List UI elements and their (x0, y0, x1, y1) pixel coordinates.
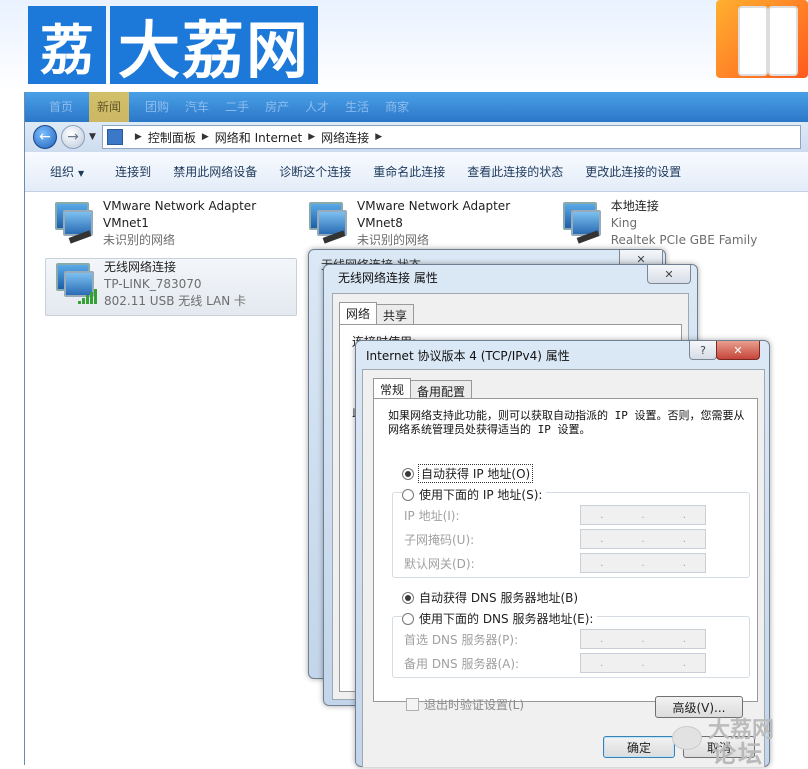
nav-tab[interactable]: 汽车 (185, 92, 209, 122)
change-settings-button[interactable]: 更改此连接的设置 (574, 163, 692, 180)
control-panel-icon (106, 129, 123, 145)
auto-ip-label: 自动获得 IP 地址(O) (417, 464, 534, 483)
radio-selected-icon (402, 591, 414, 604)
site-banner: 荔 大荔网 (0, 0, 808, 92)
nav-tab[interactable]: 房产 (265, 92, 289, 122)
adapter-local-connection[interactable]: 本地连接 King Realtek PCIe GBE Family Contr.… (553, 198, 803, 264)
radio-empty-icon (402, 612, 414, 625)
breadcrumb-network-internet[interactable]: 网络和 Internet (215, 129, 302, 146)
manual-ip-radio[interactable]: 使用下面的 IP 地址(S): (402, 486, 547, 503)
adapter-name-line2: VMnet1 (103, 216, 149, 230)
site-logo[interactable]: 荔 大荔网 (28, 6, 318, 87)
breadcrumb-network-connections[interactable]: 网络连接 (321, 129, 369, 146)
history-dropdown-icon[interactable]: ▼ (89, 132, 96, 142)
wechat-icon (672, 726, 702, 750)
watermark: 大荔网 论坛 (672, 712, 808, 768)
connect-to-button[interactable]: 连接到 (104, 163, 162, 180)
back-arrow-icon[interactable]: ← (33, 125, 57, 149)
manual-ip-label: 使用下面的 IP 地址(S): (419, 488, 543, 502)
ok-button[interactable]: 确定 (603, 736, 675, 758)
network-adapter-icon (561, 202, 603, 250)
ip-address-field[interactable]: ... (580, 505, 706, 525)
dialog-title: Internet 协议版本 4 (TCP/IPv4) 属性 (366, 349, 570, 363)
organize-menu[interactable]: 组织 ▼ (39, 163, 104, 180)
chevron-right-icon[interactable]: ▶ (135, 132, 142, 142)
adapter-name-line2: King (610, 216, 638, 230)
subnet-mask-label: 子网掩码(U): (404, 533, 475, 547)
wireless-adapter-icon (54, 263, 97, 311)
auto-ip-radio[interactable]: 自动获得 IP 地址(O) (402, 464, 534, 483)
phone-image (738, 6, 768, 76)
breadcrumb-control-panel[interactable]: 控制面板 (148, 129, 196, 146)
auto-dns-label: 自动获得 DNS 服务器地址(B) (419, 591, 579, 605)
close-icon[interactable]: ✕ (716, 341, 760, 360)
adapter-name-line2: VMnet8 (357, 216, 403, 230)
chevron-right-icon[interactable]: ▶ (308, 132, 315, 142)
logo-char: 荔 (28, 6, 106, 84)
manual-dns-radio[interactable]: 使用下面的 DNS 服务器地址(E): (402, 610, 598, 627)
app-ad-image[interactable] (716, 0, 808, 78)
dialog-title: 无线网络连接 属性 (338, 271, 438, 285)
manual-dns-label: 使用下面的 DNS 服务器地址(E): (419, 612, 594, 626)
view-status-button[interactable]: 查看此连接的状态 (456, 163, 574, 180)
adapter-status: 未识别的网络 (357, 233, 430, 247)
description-text: 如果网络支持此功能，则可以获取自动指派的 IP 设置。否则，您需要从网络系统管理… (388, 409, 745, 436)
nav-tab[interactable]: 首页 (49, 92, 73, 122)
breadcrumb[interactable]: ▶ 控制面板 ▶ 网络和 Internet ▶ 网络连接 ▶ (101, 125, 801, 149)
general-panel: 如果网络支持此功能，则可以获取自动指派的 IP 设置。否则，您需要从网络系统管理… (373, 398, 758, 712)
watermark-line2: 论坛 (712, 740, 764, 768)
chevron-right-icon[interactable]: ▶ (375, 132, 382, 142)
network-adapter-icon (307, 202, 349, 250)
subnet-mask-field[interactable]: ... (580, 529, 706, 549)
alternate-dns-label: 备用 DNS 服务器(A): (404, 657, 520, 671)
adapter-name: 本地连接 (610, 199, 659, 213)
radio-empty-icon (402, 488, 414, 501)
adapter-name: VMware Network Adapter (357, 199, 511, 213)
nav-tab[interactable]: 生活 (345, 92, 369, 122)
adapter-status: 未识别的网络 (103, 233, 176, 247)
preferred-dns-field[interactable]: ... (580, 629, 706, 649)
network-adapter-icon (53, 202, 95, 250)
adapter-name-line2: TP-LINK_783070 (104, 277, 202, 291)
adapter-vmnet8[interactable]: VMware Network Adapter VMnet8 未识别的网络 (299, 198, 549, 254)
default-gateway-label: 默认网关(D): (404, 557, 475, 571)
organize-label: 组织 (50, 165, 75, 179)
diagnose-button[interactable]: 诊断这个连接 (268, 163, 362, 180)
preferred-dns-label: 首选 DNS 服务器(P): (404, 633, 519, 647)
tab-network[interactable]: 网络 (339, 302, 378, 326)
default-gateway-field[interactable]: ... (580, 553, 706, 573)
adapter-name: 无线网络连接 (104, 260, 177, 274)
nav-tab[interactable]: 新闻 (89, 92, 130, 122)
ip-address-label: IP 地址(I): (404, 509, 460, 523)
alternate-dns-field[interactable]: ... (580, 653, 706, 673)
adapter-status: 802.11 USB 无线 LAN 卡 (104, 294, 247, 308)
rename-button[interactable]: 重命名此连接 (362, 163, 456, 180)
tcpip-properties-dialog: Internet 协议版本 4 (TCP/IPv4) 属性 ? ✕ 常规 备用配… (355, 340, 770, 767)
adapter-name: VMware Network Adapter (103, 199, 257, 213)
nav-tab[interactable]: 二手 (225, 92, 249, 122)
radio-selected-icon (402, 467, 414, 480)
phone-image (768, 6, 798, 76)
validate-on-exit-label: 退出时验证设置(L) (424, 698, 525, 712)
chevron-right-icon[interactable]: ▶ (202, 132, 209, 142)
chevron-down-icon: ▼ (78, 169, 85, 178)
close-icon[interactable]: ✕ (647, 265, 691, 284)
adapter-wireless[interactable]: 无线网络连接 TP-LINK_783070 802.11 USB 无线 LAN … (45, 258, 297, 316)
logo-text: 大荔网 (110, 6, 318, 87)
nav-tab[interactable]: 团购 (145, 92, 169, 122)
dialog-body: 常规 备用配置 如果网络支持此功能，则可以获取自动指派的 IP 设置。否则，您需… (362, 369, 765, 767)
help-icon[interactable]: ? (689, 341, 717, 360)
checkbox-empty-icon (406, 698, 419, 711)
auto-dns-radio[interactable]: 自动获得 DNS 服务器地址(B) (402, 589, 578, 606)
adapter-vmnet1[interactable]: VMware Network Adapter VMnet1 未识别的网络 (45, 198, 295, 254)
disable-device-button[interactable]: 禁用此网络设备 (162, 163, 268, 180)
validate-on-exit-checkbox[interactable]: 退出时验证设置(L) (406, 696, 524, 713)
forward-arrow-icon[interactable]: → (61, 125, 85, 149)
site-nav-strip: 首页 新闻 团购 汽车 二手 房产 人才 生活 商家 (25, 92, 808, 122)
address-bar: ← → ▼ ▶ 控制面板 ▶ 网络和 Internet ▶ 网络连接 ▶ (25, 122, 808, 152)
nav-tab[interactable]: 人才 (305, 92, 329, 122)
nav-tab[interactable]: 商家 (385, 92, 409, 122)
command-bar: 组织 ▼ 连接到 禁用此网络设备 诊断这个连接 重命名此连接 查看此连接的状态 更… (25, 152, 808, 192)
